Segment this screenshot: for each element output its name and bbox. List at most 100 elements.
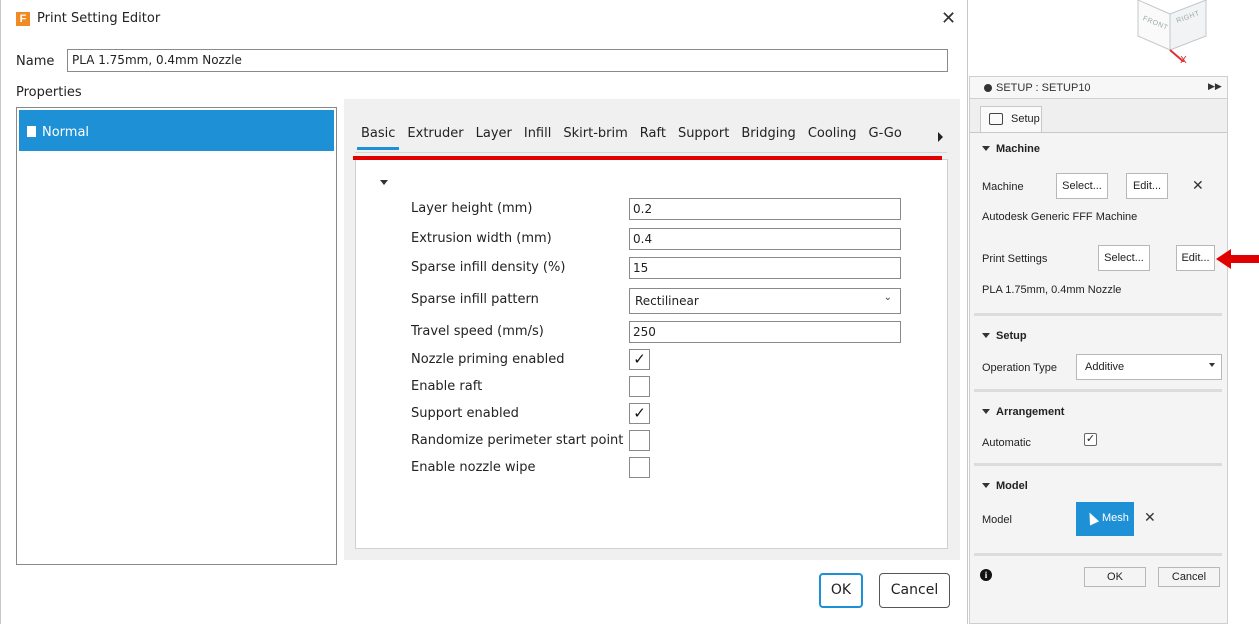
fusion-app-icon: F [16, 12, 30, 26]
profile-list: Normal [16, 107, 337, 565]
field-row: Sparse infill pattern Rectilinear ⌄ [356, 288, 949, 314]
chevron-down-icon: ⌄ [883, 292, 892, 303]
cancel-button[interactable]: Cancel [879, 573, 950, 608]
field-label: Randomize perimeter start point [411, 433, 624, 448]
ok-button[interactable]: OK [819, 573, 863, 608]
print-settings-edit-button[interactable]: Edit... [1176, 245, 1215, 271]
machine-select-button[interactable]: Select... [1056, 173, 1108, 199]
automatic-label: Automatic [982, 437, 1031, 449]
machine-section-title[interactable]: Machine [982, 143, 1040, 155]
setup-panel: SETUP : SETUP10 ▶▶ Setup Machine Machine… [969, 76, 1228, 624]
field-label: Travel speed (mm/s) [411, 324, 544, 339]
tab-scroll-right-icon[interactable] [938, 132, 943, 142]
infill-pattern-value: Rectilinear [635, 294, 699, 308]
mesh-select-button[interactable]: Mesh [1076, 502, 1134, 536]
machine-clear-icon[interactable]: ✕ [1192, 177, 1204, 194]
panel-cancel-button[interactable]: Cancel [1158, 567, 1220, 587]
nozzle-wipe-checkbox[interactable] [629, 457, 650, 478]
field-row: Randomize perimeter start point [356, 430, 949, 454]
dialog-title: Print Setting Editor [37, 11, 161, 26]
tab-layer[interactable]: Layer [470, 126, 518, 150]
tab-gcode[interactable]: G-Go [863, 126, 908, 150]
field-label: Enable nozzle wipe [411, 460, 536, 475]
model-clear-icon[interactable]: ✕ [1144, 509, 1156, 526]
section-divider [974, 313, 1222, 316]
setup-section-title[interactable]: Setup [982, 330, 1027, 342]
field-row: Sparse infill density (%) 15 [356, 257, 949, 281]
field-row: Travel speed (mm/s) 250 [356, 321, 949, 345]
tab-basic[interactable]: Basic [355, 126, 401, 150]
mesh-label: Mesh [1102, 512, 1129, 524]
tab-infill[interactable]: Infill [518, 126, 558, 150]
panel-body: Machine Machine Select... Edit... ✕ Auto… [970, 132, 1227, 623]
machine-label: Machine [982, 181, 1024, 193]
panel-header: SETUP : SETUP10 ▶▶ [970, 77, 1227, 99]
dialog-titlebar: F Print Setting Editor ✕ [1, 0, 968, 38]
close-icon[interactable]: ✕ [941, 8, 956, 29]
name-label: Name [16, 54, 55, 69]
tab-support[interactable]: Support [672, 126, 735, 150]
profile-item-normal[interactable]: Normal [19, 110, 334, 151]
cursor-icon [1084, 510, 1100, 526]
profile-item-label: Normal [42, 125, 90, 140]
settings-tabs: Basic Extruder Layer Infill Skirt-brim R… [355, 126, 908, 150]
setup-icon [989, 113, 1003, 125]
operation-type-select[interactable]: Additive [1076, 354, 1222, 380]
field-label: Sparse infill pattern [411, 292, 539, 307]
tab-divider [355, 152, 947, 153]
support-enabled-checkbox[interactable]: ✓ [629, 403, 650, 424]
field-row: Nozzle priming enabled ✓ [356, 349, 949, 373]
operation-type-label: Operation Type [982, 362, 1058, 374]
extrusion-width-input[interactable]: 0.4 [629, 228, 901, 250]
collapse-triangle-icon[interactable] [380, 180, 388, 185]
enable-raft-checkbox[interactable] [629, 376, 650, 397]
section-divider [974, 389, 1222, 392]
tab-cooling[interactable]: Cooling [802, 126, 863, 150]
automatic-checkbox[interactable]: ✓ [1084, 433, 1097, 446]
name-input[interactable]: PLA 1.75mm, 0.4mm Nozzle [67, 49, 948, 72]
field-row: Extrusion width (mm) 0.4 [356, 228, 949, 252]
field-label: Layer height (mm) [411, 201, 533, 216]
model-label: Model [982, 514, 1012, 526]
properties-label: Properties [16, 85, 82, 100]
field-row: Layer height (mm) 0.2 [356, 198, 949, 222]
field-label: Enable raft [411, 379, 483, 394]
x-axis-label: X [1180, 55, 1187, 66]
print-settings-select-button[interactable]: Select... [1098, 245, 1150, 271]
operation-type-value: Additive [1085, 361, 1125, 373]
field-row: Support enabled ✓ [356, 403, 949, 427]
viewcube[interactable]: FRONT RIGHT [1132, 0, 1208, 63]
infill-density-input[interactable]: 15 [629, 257, 901, 279]
randomize-start-checkbox[interactable] [629, 430, 650, 451]
tab-extruder[interactable]: Extruder [401, 126, 469, 150]
dropdown-caret-icon [1209, 363, 1215, 367]
arrangement-section-title[interactable]: Arrangement [982, 406, 1064, 418]
tab-setup[interactable]: Setup [980, 106, 1042, 132]
machine-edit-button[interactable]: Edit... [1126, 173, 1168, 199]
field-row: Enable nozzle wipe [356, 457, 949, 481]
expand-icon[interactable]: ▶▶ [1208, 81, 1222, 92]
red-arrow-icon [1216, 249, 1259, 269]
panel-title: SETUP : SETUP10 [996, 82, 1091, 94]
info-icon[interactable]: i [980, 569, 992, 581]
print-settings-name: PLA 1.75mm, 0.4mm Nozzle [982, 284, 1122, 296]
infill-pattern-select[interactable]: Rectilinear ⌄ [629, 288, 901, 314]
travel-speed-input[interactable]: 250 [629, 321, 901, 343]
record-icon [984, 84, 992, 92]
nozzle-priming-checkbox[interactable]: ✓ [629, 349, 650, 370]
tab-bridging[interactable]: Bridging [735, 126, 801, 150]
field-label: Sparse infill density (%) [411, 260, 566, 275]
panel-ok-button[interactable]: OK [1084, 567, 1146, 587]
print-settings-label: Print Settings [982, 253, 1048, 265]
tab-skirt-brim[interactable]: Skirt-brim [557, 126, 633, 150]
machine-name: Autodesk Generic FFF Machine [982, 211, 1138, 223]
tab-setup-label: Setup [1011, 113, 1040, 125]
tab-raft[interactable]: Raft [634, 126, 672, 150]
layer-height-input[interactable]: 0.2 [629, 198, 901, 220]
field-label: Extrusion width (mm) [411, 231, 552, 246]
viewcube-shape [1137, 0, 1207, 63]
model-section-title[interactable]: Model [982, 480, 1028, 492]
section-divider [974, 463, 1222, 466]
basic-settings-content: Layer height (mm) 0.2 Extrusion width (m… [355, 159, 948, 549]
field-label: Support enabled [411, 406, 519, 421]
